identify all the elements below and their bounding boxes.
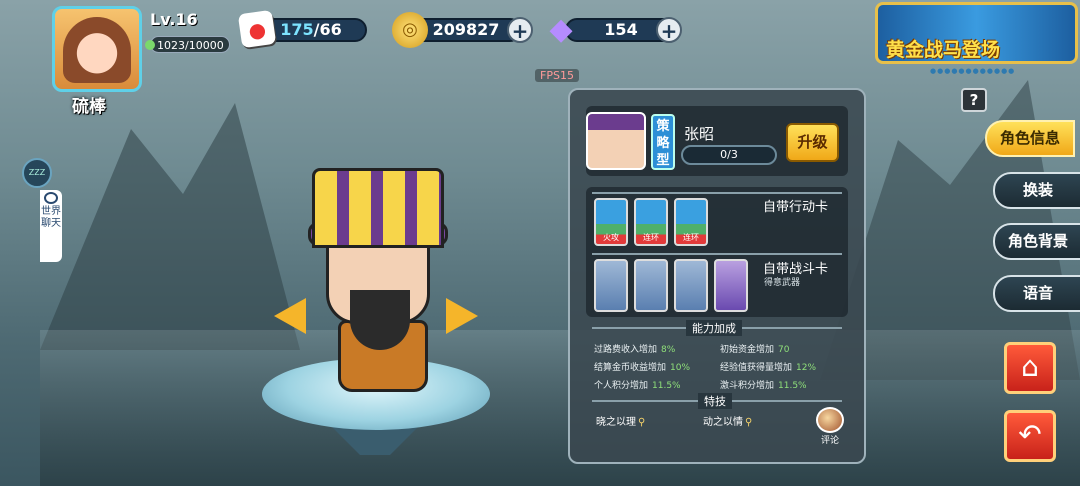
- comment-button[interactable]: 评论: [812, 407, 848, 447]
- stat-line: 个人积分增加 11.5%: [594, 381, 681, 391]
- skill-item[interactable]: 动之以情 ⚲: [703, 413, 752, 428]
- favored-weapon-note: 得意武器: [764, 278, 801, 288]
- stat-line: 激斗积分增加 11.5%: [720, 381, 807, 391]
- add-gold-button[interactable]: +: [507, 17, 533, 43]
- avatar-portrait: [63, 17, 131, 83]
- tab-background[interactable]: 角色背景: [993, 223, 1080, 260]
- golden-horse-banner[interactable]: 黄金战马登场: [875, 2, 1078, 64]
- world-chat-tab[interactable]: 世界聊天: [40, 190, 62, 262]
- player-level: Lv.16: [150, 10, 198, 29]
- stat-line: 过路费收入增加 8%: [594, 345, 676, 355]
- battle-card[interactable]: [714, 259, 748, 312]
- sleep-button[interactable]: ZZZ: [22, 158, 52, 188]
- fps-counter: FPS15: [535, 69, 579, 82]
- back-icon[interactable]: ↶: [1004, 410, 1056, 462]
- stat-line: 结算金币收益增加 10%: [594, 363, 691, 373]
- world-chat-label: 世界聊天: [41, 206, 61, 229]
- home-icon[interactable]: ⌂: [1004, 342, 1056, 394]
- battle-card[interactable]: [634, 259, 668, 312]
- skill-section-title: 特技: [698, 393, 732, 409]
- help-button[interactable]: ?: [961, 88, 987, 112]
- action-card-divider: [592, 192, 842, 194]
- hero-type-badge: 策略型: [651, 114, 675, 170]
- stat-line: 初始资金增加 70: [720, 345, 790, 355]
- next-character-arrow[interactable]: [446, 298, 478, 334]
- dice-icon: ●: [237, 9, 277, 49]
- banner-title: 黄金战马登场: [886, 39, 1001, 61]
- stamina-current: 175: [280, 20, 314, 39]
- ability-section-title: 能力加成: [686, 320, 742, 336]
- comment-icon: [816, 407, 844, 433]
- battle-card[interactable]: [594, 259, 628, 312]
- character-beard: [350, 290, 410, 350]
- action-cards-label: 自带行动卡: [763, 200, 829, 215]
- background-mist: [40, 330, 1080, 486]
- character-hat: [312, 168, 444, 248]
- player-name: 硫棒: [72, 97, 106, 117]
- magnifier-icon: ⚲: [745, 417, 753, 428]
- stamina-max: /66: [313, 20, 342, 39]
- upgrade-button[interactable]: 升级: [786, 123, 839, 162]
- skill-item[interactable]: 晓之以理 ⚲: [596, 413, 645, 428]
- chat-bubble-icon: [44, 192, 58, 204]
- diamond-icon: ◆: [549, 12, 573, 47]
- comment-label: 评论: [820, 436, 839, 446]
- action-card[interactable]: 火攻: [594, 198, 628, 246]
- banner-page-indicator: ●●●●●●●●●●●●: [930, 67, 1016, 75]
- action-card[interactable]: 连环: [674, 198, 708, 246]
- hero-portrait[interactable]: [586, 112, 646, 170]
- tab-outfit[interactable]: 换装: [993, 172, 1080, 209]
- tab-voice[interactable]: 语音: [993, 275, 1080, 312]
- gold-coin-icon: ◎: [392, 12, 428, 48]
- hero-name: 张昭: [684, 125, 715, 143]
- tab-character-info[interactable]: 角色信息: [985, 120, 1075, 157]
- player-avatar[interactable]: [52, 6, 142, 92]
- battle-card[interactable]: [674, 259, 708, 312]
- background-mountain-left: [40, 103, 300, 350]
- stat-line: 经验值获得量增加 12%: [720, 363, 817, 373]
- action-card[interactable]: 连环: [634, 198, 668, 246]
- magnifier-icon: ⚲: [638, 417, 646, 428]
- battle-card-divider: [592, 253, 842, 255]
- previous-character-arrow[interactable]: [274, 298, 306, 334]
- xp-bar: 1023/10000: [145, 36, 230, 53]
- hero-upgrade-progress: 0/3: [681, 145, 777, 165]
- add-gem-button[interactable]: +: [656, 17, 682, 43]
